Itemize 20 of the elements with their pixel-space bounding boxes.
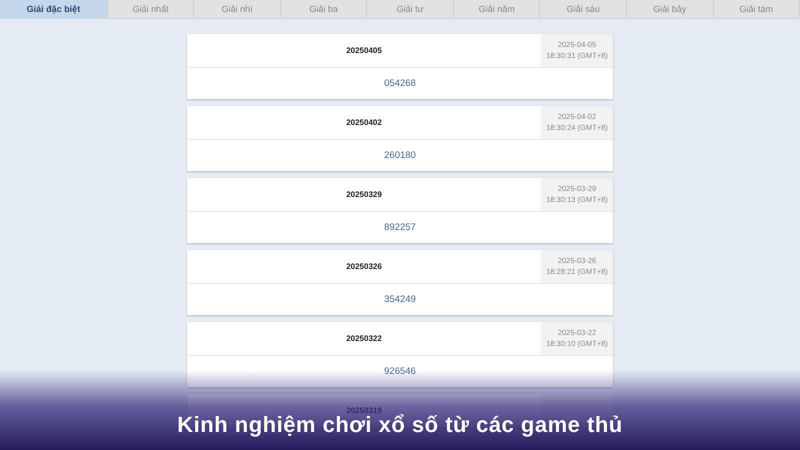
draw-number: 20250329: [346, 190, 382, 199]
winning-number: 260180: [384, 150, 416, 161]
prize-tab[interactable]: Giải năm: [454, 0, 540, 18]
caption-text: Kinh nghiệm chơi xổ số từ các game thủ: [177, 412, 623, 438]
prize-tab[interactable]: Giải nhì: [194, 0, 281, 18]
winning-number: 054268: [384, 78, 416, 89]
draw-number: 20250405: [346, 46, 382, 55]
prize-tab[interactable]: Giải sáu: [540, 0, 627, 18]
prize-tab[interactable]: Giải bảy: [626, 0, 714, 18]
prize-tab[interactable]: Giải tư: [367, 0, 454, 18]
prize-tab[interactable]: Giải ba: [280, 0, 368, 18]
prize-tab[interactable]: Giải nhất: [108, 0, 194, 18]
winning-number: 354249: [384, 294, 416, 305]
prize-tab[interactable]: Giải tám: [714, 0, 800, 18]
prize-tab[interactable]: Giải đặc biệt: [0, 0, 108, 18]
draw-number: 20250326: [346, 262, 382, 271]
draw-number: 20250402: [346, 118, 382, 127]
winning-number: 892257: [384, 222, 416, 233]
draw-number: 20250322: [346, 334, 382, 343]
winning-number: 926546: [384, 366, 416, 377]
